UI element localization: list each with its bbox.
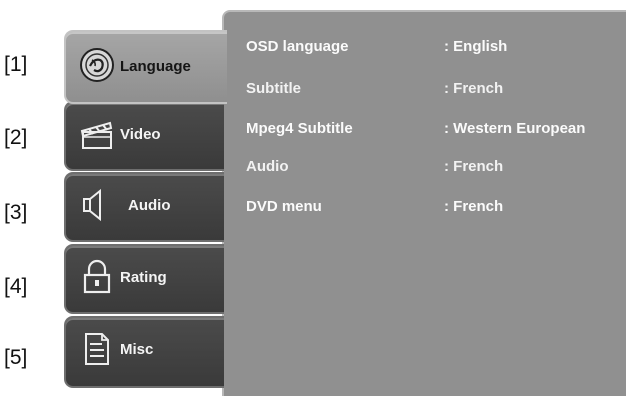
tab-video[interactable]: Video: [64, 101, 224, 171]
marker-3: [3]: [4, 201, 28, 224]
setting-value: : French: [444, 158, 504, 175]
tab-label: Language: [120, 58, 191, 75]
settings-panel: OSD language : English Subtitle : French…: [222, 10, 626, 396]
document-icon: [78, 330, 116, 368]
setting-row-dvd-menu[interactable]: DVD menu : French: [246, 198, 626, 222]
setting-label: Mpeg4 Subtitle: [246, 120, 353, 137]
setting-value: : Western European: [444, 120, 586, 137]
marker-1: [1]: [4, 53, 28, 76]
tab-audio[interactable]: Audio: [64, 172, 224, 242]
setting-row-osd-language[interactable]: OSD language : English: [246, 38, 626, 62]
setting-label: Subtitle: [246, 80, 301, 97]
tab-label: Misc: [120, 341, 154, 358]
marker-4: [4]: [4, 275, 28, 298]
setting-label: Audio: [246, 158, 289, 175]
marker-5: [5]: [4, 346, 28, 369]
padlock-icon: [78, 258, 116, 296]
speaker-icon: [78, 186, 116, 224]
clapperboard-icon: [78, 115, 116, 153]
tab-rating[interactable]: Rating: [64, 244, 224, 314]
marker-2: [2]: [4, 126, 28, 149]
tab-label: Rating: [120, 269, 167, 286]
setting-row-mpeg4-subtitle[interactable]: Mpeg4 Subtitle : Western European: [246, 120, 626, 144]
setting-value: : French: [444, 80, 504, 97]
language-icon: [78, 46, 116, 84]
setting-value: : English: [444, 38, 508, 55]
tab-label: Video: [120, 126, 161, 143]
setting-row-audio[interactable]: Audio : French: [246, 158, 626, 182]
setting-label: OSD language: [246, 38, 349, 55]
tab-language[interactable]: Language: [64, 30, 227, 104]
setting-value: : French: [444, 198, 504, 215]
tab-misc[interactable]: Misc: [64, 316, 224, 388]
setting-label: DVD menu: [246, 198, 322, 215]
tab-label: Audio: [128, 197, 171, 214]
setting-row-subtitle[interactable]: Subtitle : French: [246, 80, 626, 104]
